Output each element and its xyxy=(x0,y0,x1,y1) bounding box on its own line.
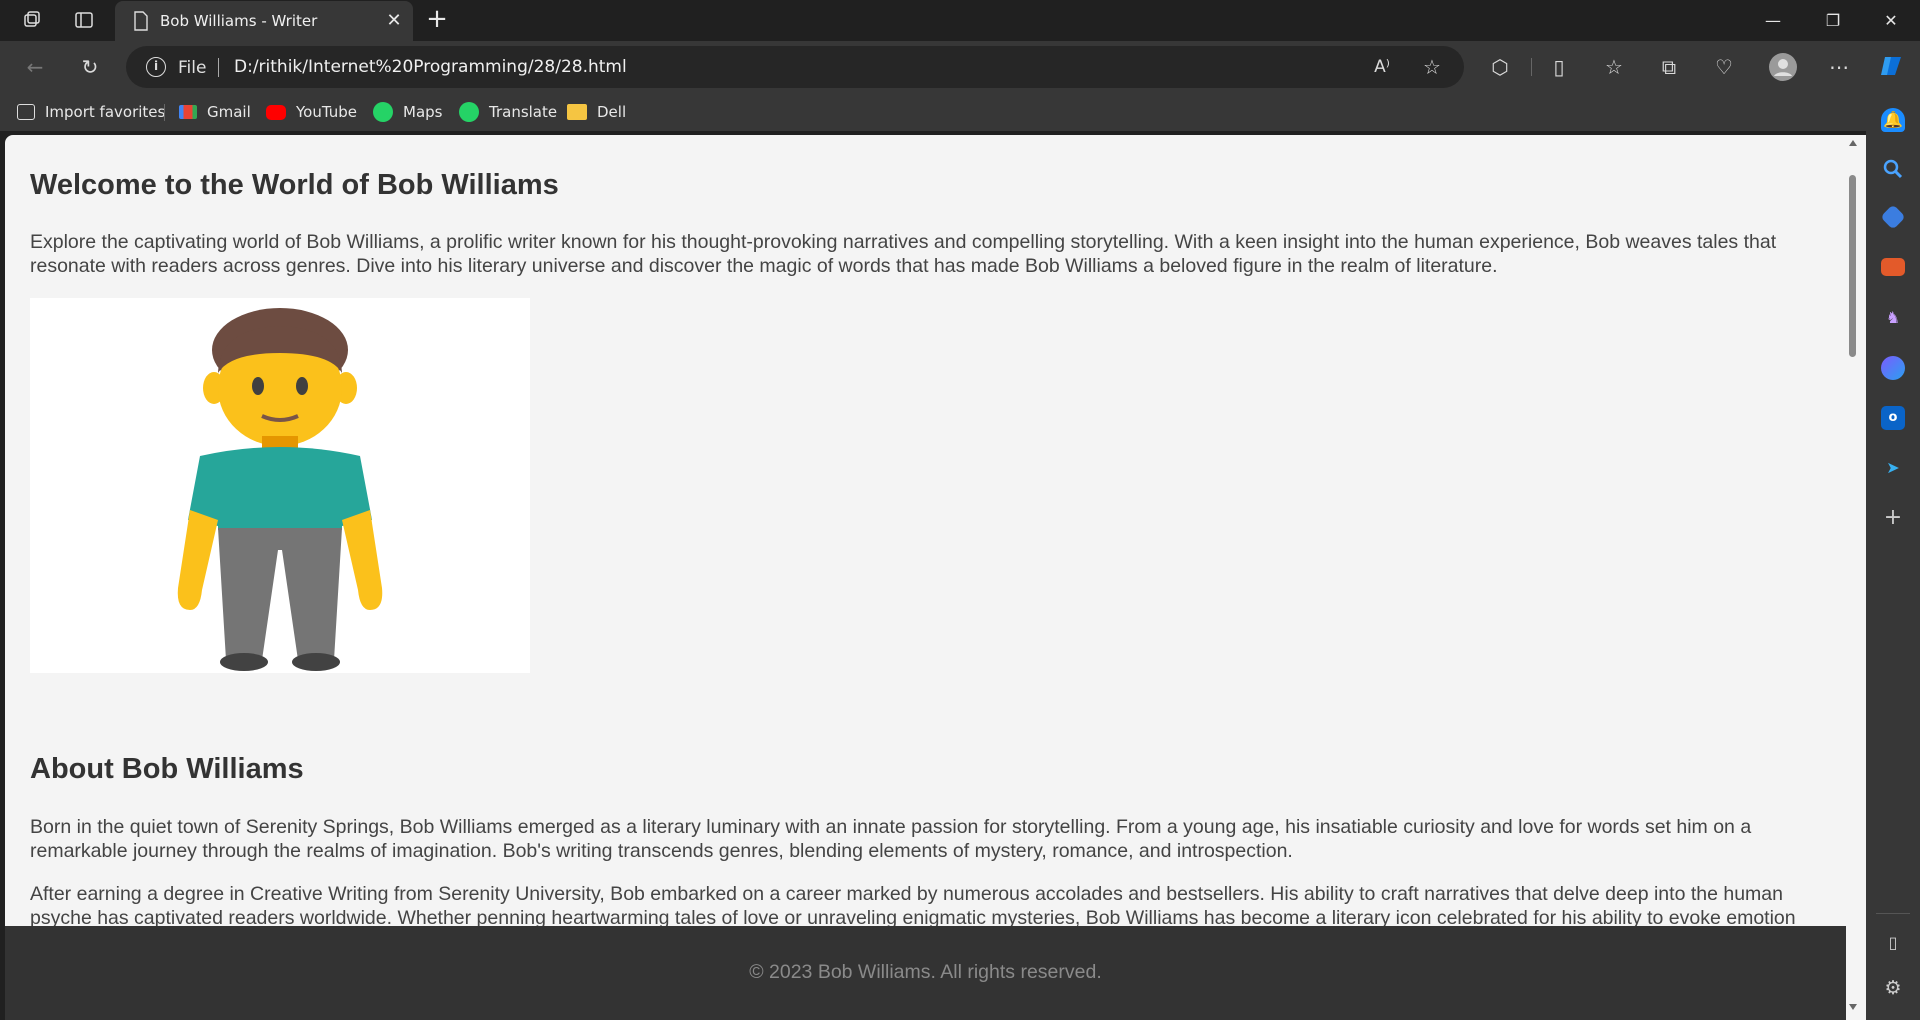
read-aloud-icon[interactable]: A⁾ xyxy=(1368,53,1396,81)
translate-icon xyxy=(459,102,479,122)
toolbar-divider xyxy=(1531,58,1532,76)
refresh-icon[interactable]: ↻ xyxy=(76,53,104,81)
folder-icon xyxy=(567,104,587,120)
workspaces-icon[interactable] xyxy=(20,8,44,32)
scroll-up-arrow[interactable] xyxy=(1849,140,1857,146)
new-tab-button[interactable]: + xyxy=(424,6,450,33)
page-viewport: Welcome to the World of Bob Williams Exp… xyxy=(5,135,1866,1020)
restore-button[interactable]: ❐ xyxy=(1805,0,1861,41)
intro-paragraph: Explore the captivating world of Bob Wil… xyxy=(30,231,1777,277)
favorites-bar: Import favorites Gmail YouTube Maps Tran… xyxy=(0,93,1920,131)
address-bar[interactable]: i File D:/rithik/Internet%20Programming/… xyxy=(126,46,1464,88)
fav-import-favorites[interactable]: Import favorites xyxy=(17,101,165,123)
sidebar-divider xyxy=(1876,913,1910,914)
address-scheme: File xyxy=(178,58,207,78)
fav-label: YouTube xyxy=(296,103,357,121)
author-portrait-image xyxy=(30,298,530,673)
more-options-icon[interactable]: ⋯ xyxy=(1825,53,1853,81)
favorites-icon[interactable]: ☆ xyxy=(1600,53,1628,81)
title-bar: Bob Williams - Writer ✕ + — ❐ ✕ xyxy=(0,0,1920,41)
fav-label: Gmail xyxy=(207,103,251,121)
gmail-icon xyxy=(179,105,197,119)
fav-label: Import favorites xyxy=(45,103,166,121)
fav-dell[interactable]: Dell xyxy=(567,101,626,123)
split-screen-icon[interactable]: ▯ xyxy=(1545,53,1573,81)
address-url[interactable]: D:/rithik/Internet%20Programming/28/28.h… xyxy=(234,57,627,77)
fav-youtube[interactable]: YouTube xyxy=(266,101,357,123)
search-icon[interactable] xyxy=(1881,158,1905,182)
edge-sidebar: 🔔 ♞ o ➤ + ▯ ⚙ xyxy=(1866,93,1920,1020)
add-sidebar-app-icon[interactable]: + xyxy=(1881,506,1905,530)
address-separator xyxy=(218,58,219,77)
favorite-star-icon[interactable]: ☆ xyxy=(1418,53,1446,81)
fav-label: Translate xyxy=(489,103,558,121)
maps-icon xyxy=(373,102,393,122)
tab-actions-icon[interactable] xyxy=(72,8,96,32)
drop-icon[interactable]: ➤ xyxy=(1881,456,1905,480)
sidebar-settings-icon[interactable]: ⚙ xyxy=(1881,976,1905,1000)
close-window-button[interactable]: ✕ xyxy=(1863,0,1919,41)
microsoft-365-icon[interactable] xyxy=(1881,356,1905,380)
about-heading: About Bob Williams xyxy=(30,753,304,785)
tools-icon[interactable] xyxy=(1881,258,1905,276)
import-icon xyxy=(17,104,35,120)
navigation-toolbar: ← ↻ i File D:/rithik/Internet%20Programm… xyxy=(0,41,1920,93)
hide-sidebar-icon[interactable]: ▯ xyxy=(1881,931,1905,955)
scroll-thumb[interactable] xyxy=(1849,175,1856,357)
site-info-icon[interactable]: i xyxy=(146,57,166,77)
page-footer: © 2023 Bob Williams. All rights reserved… xyxy=(5,926,1846,1020)
scroll-down-arrow[interactable] xyxy=(1849,1004,1857,1010)
shopping-icon[interactable] xyxy=(1880,204,1906,230)
browser-essentials-icon[interactable]: ♡ xyxy=(1710,53,1738,81)
outlook-icon[interactable]: o xyxy=(1881,406,1905,430)
extensions-icon[interactable]: ⬡ xyxy=(1486,53,1514,81)
fav-gmail[interactable]: Gmail xyxy=(179,101,251,123)
collections-icon[interactable]: ⧉ xyxy=(1655,53,1683,81)
page-icon xyxy=(129,9,153,33)
fav-maps[interactable]: Maps xyxy=(373,101,442,123)
fav-label: Dell xyxy=(597,103,627,121)
about-paragraph-2: After earning a degree in Creative Writi… xyxy=(30,883,1796,929)
notifications-icon[interactable]: 🔔 xyxy=(1881,108,1905,132)
footer-copyright: © 2023 Bob Williams. All rights reserved… xyxy=(749,961,1102,983)
close-tab-icon[interactable]: ✕ xyxy=(383,10,405,32)
youtube-icon xyxy=(266,104,286,120)
tab-active[interactable]: Bob Williams - Writer ✕ xyxy=(115,1,413,41)
page-heading: Welcome to the World of Bob Williams xyxy=(30,169,559,201)
fav-divider xyxy=(164,104,165,121)
profile-avatar[interactable] xyxy=(1769,53,1797,81)
about-paragraph-1: Born in the quiet town of Serenity Sprin… xyxy=(30,816,1752,862)
copilot-icon[interactable] xyxy=(1878,53,1906,81)
tab-title: Bob Williams - Writer xyxy=(160,12,318,30)
fav-label: Maps xyxy=(403,103,443,121)
minimize-button[interactable]: — xyxy=(1745,0,1801,41)
games-icon[interactable]: ♞ xyxy=(1881,306,1905,330)
fav-translate[interactable]: Translate xyxy=(459,101,557,123)
back-icon[interactable]: ← xyxy=(21,53,49,81)
page-scrollbar[interactable] xyxy=(1846,135,1860,1020)
